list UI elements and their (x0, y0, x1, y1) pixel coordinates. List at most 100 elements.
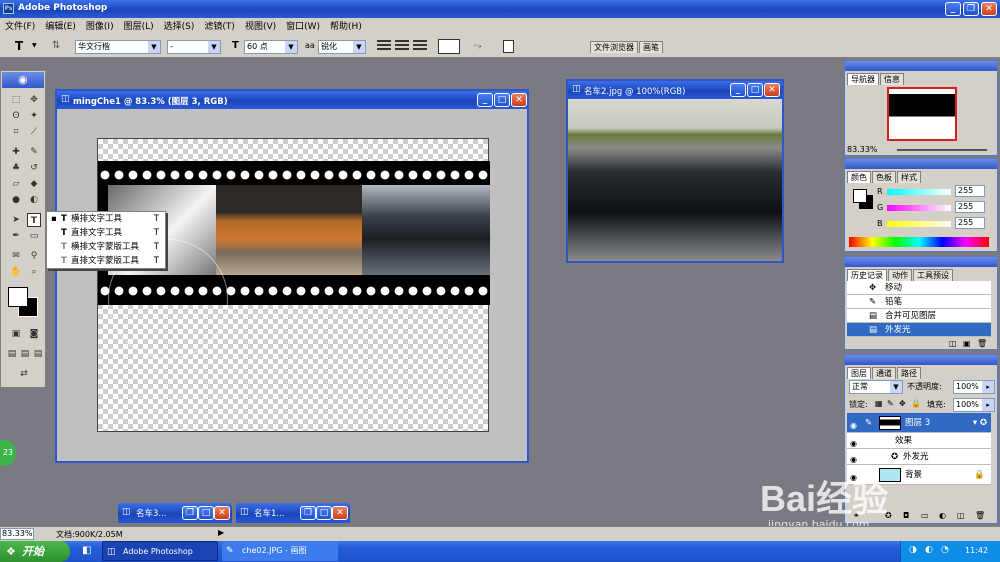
jump-to-imageready-icon[interactable]: ⇄ (17, 367, 31, 381)
clock[interactable]: 11:42 (965, 546, 988, 555)
new-document-from-state-icon[interactable]: ◫ (949, 339, 957, 348)
car2-close-button[interactable]: ✕ (764, 83, 780, 97)
paint-bucket-icon[interactable]: ◆ (27, 177, 41, 191)
blur-tool-icon[interactable]: ● (9, 193, 23, 207)
screen-mode-2-icon[interactable]: ▤ (18, 347, 32, 361)
tab-swatches[interactable]: 色板 (872, 171, 896, 183)
zoom-slider[interactable] (897, 149, 987, 151)
tab-paths[interactable]: 路径 (897, 367, 921, 379)
main-document-window[interactable]: ◫ mingChe1 @ 83.3% (图层 3, RGB) _ □ ✕ (55, 89, 529, 463)
quick-mask-icon[interactable]: ◙ (27, 327, 41, 341)
lock-pixels-icon[interactable]: ✎ (887, 399, 894, 408)
flyout-horizontal-type-mask[interactable]: T 横排文字蒙版工具 T (47, 240, 165, 254)
canvas-area[interactable] (57, 109, 527, 461)
pen-tool-icon[interactable]: ✒ (9, 229, 23, 243)
history-item-pencil[interactable]: ✎ 铅笔 (847, 295, 991, 309)
channel-b-value[interactable]: 255 (955, 217, 985, 229)
restore-button[interactable]: ❐ (963, 2, 979, 16)
lock-transparency-icon[interactable]: ▦ (875, 399, 883, 408)
car2-title-bar[interactable]: ◫ 名车2.jpg @ 100%(RGB) _ □ ✕ (568, 81, 782, 99)
align-right-icon[interactable] (413, 40, 427, 52)
taskbar-photoshop[interactable]: ◫ Adobe Photoshop (102, 541, 218, 561)
tab-color[interactable]: 颜色 (847, 171, 871, 183)
restore-button[interactable]: ❐ (300, 506, 316, 520)
lock-all-icon[interactable]: 🔒 (911, 399, 921, 408)
doc-close-button[interactable]: ✕ (511, 93, 527, 107)
opacity-input[interactable]: 100% ▸ (953, 380, 995, 394)
shape-tool-icon[interactable]: ▭ (27, 229, 41, 243)
minimize-button[interactable]: _ (945, 2, 961, 16)
align-left-icon[interactable] (377, 40, 391, 52)
palettes-icon[interactable] (503, 40, 514, 53)
standard-mode-icon[interactable]: ▣ (9, 327, 23, 341)
menu-window[interactable]: 窗口(W) (281, 18, 325, 36)
history-item-outer-glow[interactable]: ▤ 外发光 (847, 323, 991, 337)
eyedropper-icon[interactable]: ⚲ (27, 249, 41, 263)
type-tool-preset-icon[interactable]: T (15, 39, 23, 53)
clone-stamp-icon[interactable]: ♣ (9, 161, 23, 175)
adobe-eye-icon[interactable]: ◉ (18, 73, 28, 86)
screen-mode-3-icon[interactable]: ▤ (31, 347, 45, 361)
warp-text-icon[interactable]: ⤳ (473, 39, 482, 53)
status-arrow-icon[interactable]: ▶ (218, 528, 224, 537)
tab-file-browser[interactable]: 文件浏览器 (590, 41, 638, 53)
navigator-zoom[interactable]: 83.33% (847, 145, 878, 154)
tab-channels[interactable]: 通道 (872, 367, 896, 379)
doc-maximize-button[interactable]: □ (494, 93, 510, 107)
menu-layer[interactable]: 图层(L) (119, 18, 159, 36)
lasso-tool-icon[interactable]: ʘ (9, 109, 23, 123)
layer-row-3[interactable]: ◉ ✎ 图层 3 ▾ ✪ (847, 413, 991, 433)
dodge-tool-icon[interactable]: ◐ (27, 193, 41, 207)
layer-effects-row[interactable]: ◉ 效果 (847, 433, 991, 449)
car2-photo[interactable] (568, 99, 782, 261)
tray-icon[interactable]: ◔ (941, 545, 949, 555)
tab-styles[interactable]: 样式 (897, 171, 921, 183)
maximize-button[interactable]: □ (316, 506, 332, 520)
font-family-select[interactable]: 华文行楷 ▼ (75, 40, 161, 54)
antialias-select[interactable]: 锐化 ▼ (318, 40, 366, 54)
fx-icon[interactable]: ▾ ✪ (973, 413, 987, 433)
brush-tool-icon[interactable]: ✎ (27, 145, 41, 159)
channel-r-slider[interactable] (887, 189, 951, 195)
chevron-down-icon[interactable]: ▼ (32, 42, 37, 49)
history-item-move[interactable]: ✥ 移动 (847, 281, 991, 295)
status-zoom[interactable]: 83.33% (0, 528, 34, 540)
car2-maximize-button[interactable]: □ (747, 83, 763, 97)
history-item-merge-visible[interactable]: ▤ 合并可见图层 (847, 309, 991, 323)
flyout-vertical-type-mask[interactable]: T 直排文字蒙版工具 T (47, 254, 165, 268)
move-tool-icon[interactable]: ✥ (27, 93, 41, 107)
flyout-horizontal-type[interactable]: ▪ T 横排文字工具 T (47, 212, 165, 226)
channel-r-value[interactable]: 255 (955, 185, 985, 197)
menu-help[interactable]: 帮助(H) (325, 18, 367, 36)
zoom-tool-icon[interactable]: ⌕ (27, 265, 41, 279)
type-tool-icon[interactable]: T (27, 213, 41, 227)
flyout-vertical-type[interactable]: T 直排文字工具 T (47, 226, 165, 240)
text-orientation-icon[interactable]: ⇅ (52, 40, 60, 51)
tab-actions[interactable]: 动作 (888, 269, 912, 281)
path-select-icon[interactable]: ➤ (9, 213, 23, 227)
magic-wand-icon[interactable]: ✦ (27, 109, 41, 123)
fill-input[interactable]: 100% ▸ (953, 398, 995, 412)
close-button[interactable]: ✕ (981, 2, 997, 16)
brush-link-icon[interactable]: ✎ (865, 413, 872, 433)
tab-layers[interactable]: 图层 (847, 367, 871, 379)
slice-tool-icon[interactable]: ⟋ (27, 125, 41, 139)
quick-launch-icon[interactable]: ◧ (82, 545, 91, 556)
main-document-title-bar[interactable]: ◫ mingChe1 @ 83.3% (图层 3, RGB) _ □ ✕ (57, 91, 527, 109)
tab-info[interactable]: 信息 (880, 73, 904, 85)
minimized-window-car1[interactable]: ◫ 名车1... ❐ □ ✕ (236, 503, 350, 523)
hand-tool-icon[interactable]: ✋ (9, 265, 23, 279)
tab-navigator[interactable]: 导航器 (847, 73, 879, 85)
close-button[interactable]: ✕ (332, 506, 348, 520)
history-brush-icon[interactable]: ↺ (27, 161, 41, 175)
tray-icon[interactable]: ◐ (925, 545, 933, 555)
menu-file[interactable]: 文件(F) (0, 18, 40, 36)
font-style-select[interactable]: - ▼ (167, 40, 221, 54)
foreground-color-swatch[interactable] (8, 287, 28, 307)
tab-tool-presets[interactable]: 工具预设 (913, 269, 953, 281)
doc-minimize-button[interactable]: _ (477, 93, 493, 107)
tab-brushes[interactable]: 画笔 (639, 41, 663, 53)
new-snapshot-icon[interactable]: ▣ (963, 339, 971, 348)
crop-tool-icon[interactable]: ⌗ (9, 125, 23, 139)
layer-outer-glow-row[interactable]: ◉ ✪ 外发光 (847, 449, 991, 465)
